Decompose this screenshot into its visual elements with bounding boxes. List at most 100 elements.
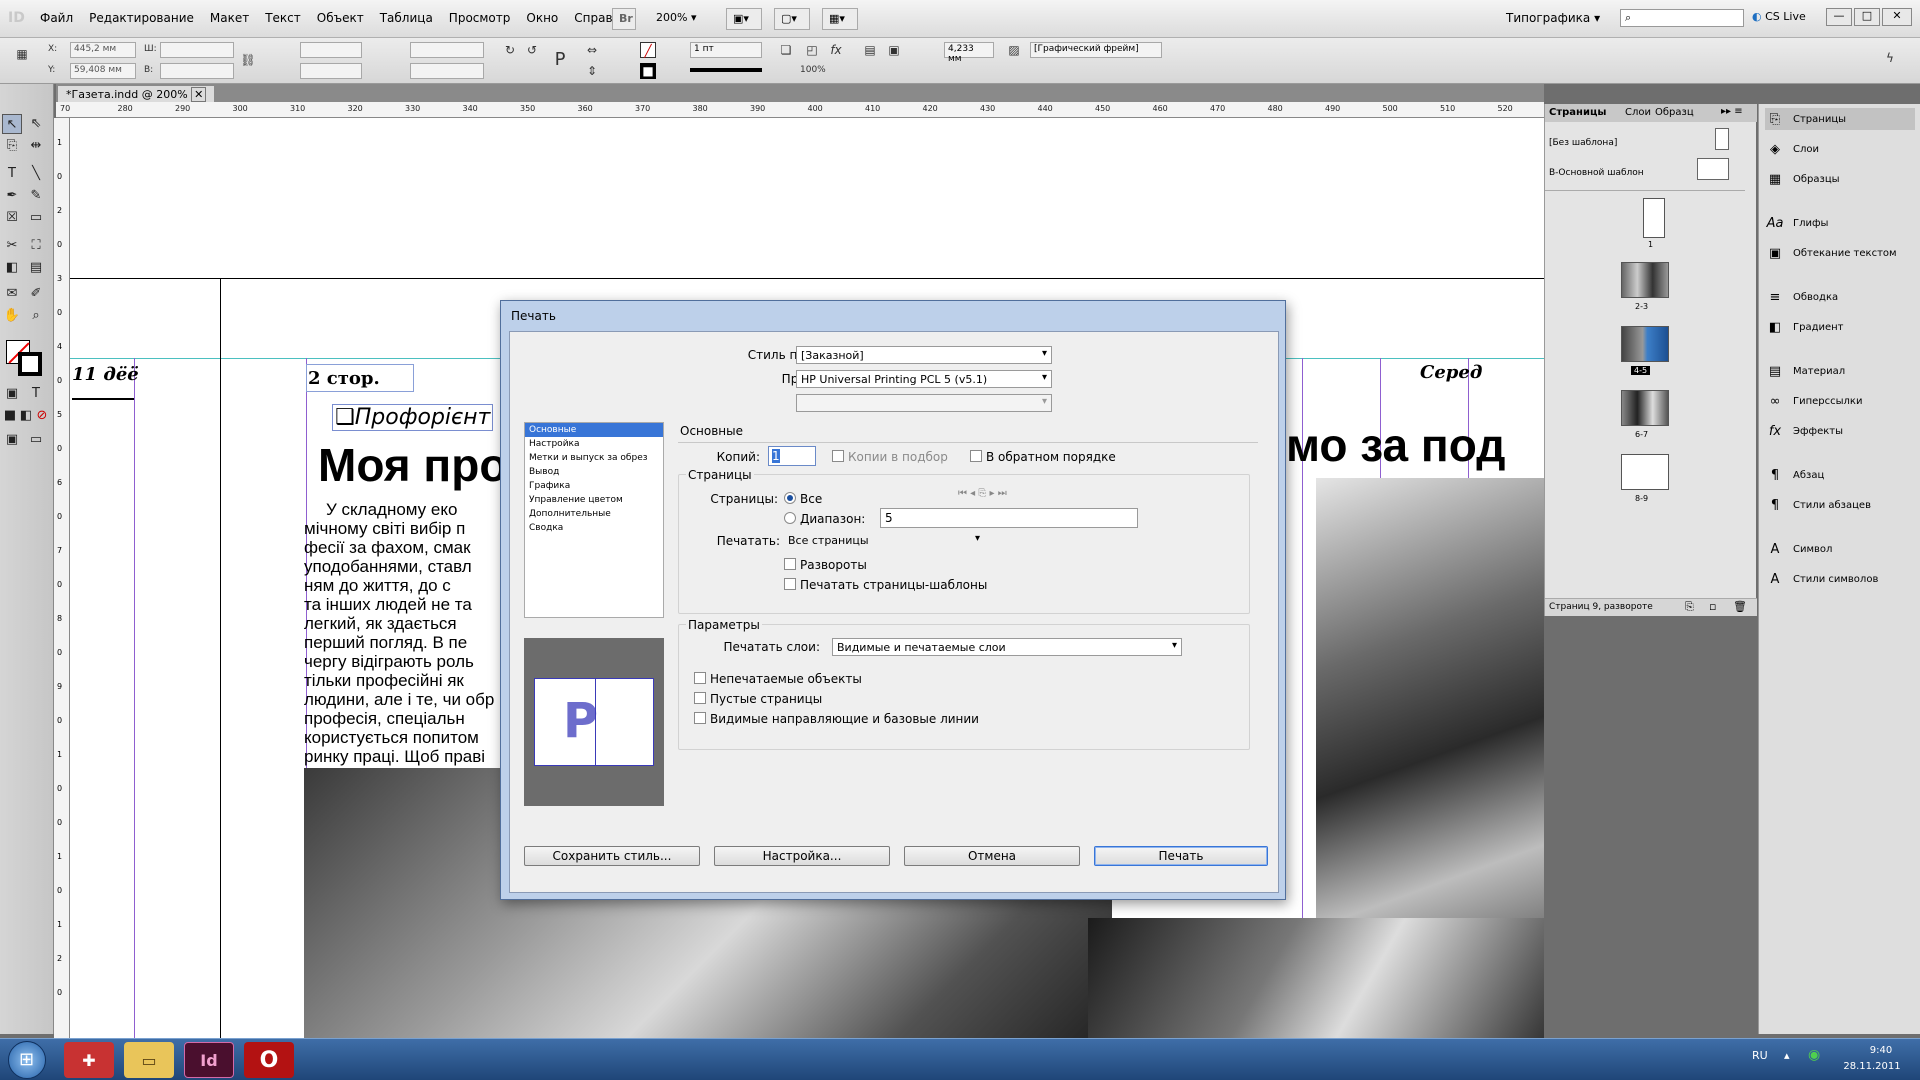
dock-text-wrap[interactable]: ▣ Обтекание текстом: [1765, 242, 1915, 264]
flip-vertical-icon[interactable]: ⇕: [584, 63, 600, 79]
dock-paragraph-styles[interactable]: ¶ Стили абзацев: [1765, 494, 1915, 516]
spreads-checkbox[interactable]: [784, 558, 796, 570]
menu-type[interactable]: Текст: [265, 11, 301, 25]
preview-mode-icon[interactable]: ▭: [26, 430, 46, 450]
blank-pages-checkbox[interactable]: [694, 692, 706, 704]
height-field[interactable]: [160, 63, 234, 79]
fit-frame-icon[interactable]: ▣: [886, 42, 902, 58]
rotate-field[interactable]: [410, 42, 484, 58]
cs-live-button[interactable]: ◐ CS Live: [1752, 10, 1806, 23]
width-field[interactable]: [160, 42, 234, 58]
stroke-type-line[interactable]: [690, 68, 762, 72]
all-pages-radio[interactable]: [784, 492, 796, 504]
constrain-proportions-icon[interactable]: ⛓: [240, 52, 256, 68]
explorer-icon[interactable]: ▭: [124, 1042, 174, 1078]
rotate-cw-icon[interactable]: ↻: [502, 42, 518, 58]
indesign-taskbar-icon[interactable]: Id: [184, 1042, 234, 1078]
menu-file[interactable]: Файл: [40, 11, 73, 25]
apply-none-icon[interactable]: ⊘: [32, 406, 52, 426]
page-thumb-2-3[interactable]: [1621, 262, 1669, 298]
y-field[interactable]: 59,408 мм: [70, 63, 136, 79]
x-field[interactable]: 445,2 мм: [70, 42, 136, 58]
page-tool-icon[interactable]: ⎘: [2, 136, 22, 156]
printer-select[interactable]: HP Universal Printing PCL 5 (v5.1): [796, 370, 1052, 388]
menu-table[interactable]: Таблица: [380, 11, 433, 25]
menu-view[interactable]: Просмотр: [449, 11, 511, 25]
page-thumb-4-5[interactable]: [1621, 326, 1669, 362]
tab-swatches[interactable]: Образц: [1655, 107, 1694, 118]
scale-x-field[interactable]: [300, 42, 362, 58]
layers-select[interactable]: Видимые и печатаемые слои: [832, 638, 1182, 656]
page-thumb-6-7[interactable]: [1621, 390, 1669, 426]
nav-setup[interactable]: Настройка: [525, 437, 663, 451]
panel-menu-icon[interactable]: ▸▸ ≡: [1721, 106, 1743, 117]
stroke-swatch-icon[interactable]: ■: [640, 63, 656, 79]
print-button[interactable]: Печать: [1094, 846, 1268, 866]
edit-page-size-icon[interactable]: ⎘: [1685, 600, 1694, 614]
menu-layout[interactable]: Макет: [210, 11, 249, 25]
bridge-button[interactable]: Br: [612, 8, 636, 30]
nav-basic[interactable]: Основные: [525, 423, 663, 437]
pencil-tool-icon[interactable]: ✎: [26, 186, 46, 206]
dock-stroke[interactable]: ≡ Обводка: [1765, 286, 1915, 308]
taskbar-app-red-icon[interactable]: ✚: [64, 1042, 114, 1078]
close-button[interactable]: ✕: [1882, 8, 1912, 26]
select-content-icon[interactable]: P: [552, 51, 568, 69]
delete-page-icon[interactable]: 🗑: [1733, 600, 1747, 613]
nav-graphics[interactable]: Графика: [525, 479, 663, 493]
pen-tool-icon[interactable]: ✒: [2, 186, 22, 206]
reference-point-icon[interactable]: ▦: [14, 46, 30, 62]
minimize-button[interactable]: —: [1826, 8, 1852, 26]
nav-output[interactable]: Вывод: [525, 465, 663, 479]
workspace-select[interactable]: Типографика ▾: [1506, 11, 1600, 25]
gradient-tool-icon[interactable]: ◧: [2, 258, 22, 278]
zoom-select[interactable]: 200% ▾: [650, 8, 710, 30]
menu-window[interactable]: Окно: [526, 11, 558, 25]
rubric-heading[interactable]: ❑Профорієнт: [332, 404, 494, 431]
scale-y-field[interactable]: [300, 63, 362, 79]
line-tool-icon[interactable]: ╲: [26, 164, 46, 184]
formatting-container-icon[interactable]: ▣: [2, 384, 22, 404]
start-button[interactable]: ⊞: [8, 1041, 46, 1079]
page-nav-icons[interactable]: ⏮ ◂ ⎘ ▸ ⏭: [958, 488, 1007, 499]
none-master-thumb[interactable]: [1715, 128, 1729, 150]
rectangle-tool-icon[interactable]: ▭: [26, 208, 46, 228]
rotate-ccw-icon[interactable]: ↺: [524, 42, 540, 58]
fill-swatch-icon[interactable]: ╱: [640, 42, 656, 58]
menu-edit[interactable]: Редактирование: [89, 11, 194, 25]
corner-icon[interactable]: ◰: [804, 42, 820, 58]
gap-tool-icon[interactable]: ⇹: [26, 136, 46, 156]
setup-button[interactable]: Настройка...: [714, 846, 890, 866]
master-pages-checkbox[interactable]: [784, 578, 796, 590]
language-indicator[interactable]: RU: [1752, 1049, 1768, 1062]
dock-gradient[interactable]: ◧ Градиент: [1765, 316, 1915, 338]
range-radio[interactable]: [784, 512, 796, 524]
frame-style-icon[interactable]: ▨: [1006, 42, 1022, 58]
hand-tool-icon[interactable]: ✋: [2, 306, 22, 326]
clock-time[interactable]: 9:40: [1856, 1045, 1906, 1056]
cancel-button[interactable]: Отмена: [904, 846, 1080, 866]
dock-character-styles[interactable]: A Стили символов: [1765, 568, 1915, 590]
nav-marks-bleed[interactable]: Метки и выпуск за обрез: [525, 451, 663, 465]
effects-icon[interactable]: fx: [828, 42, 844, 58]
master-label[interactable]: В-Основной шаблон: [1549, 168, 1644, 178]
dock-paragraph[interactable]: ¶ Абзац: [1765, 464, 1915, 486]
nav-summary[interactable]: Сводка: [525, 521, 663, 535]
shear-field[interactable]: [410, 63, 484, 79]
opacity-field[interactable]: 100%: [800, 65, 826, 75]
master-thumb[interactable]: [1697, 158, 1729, 180]
document-tab[interactable]: *Газета.indd @ 200% ✕: [58, 86, 215, 102]
normal-view-icon[interactable]: ▣: [2, 430, 22, 450]
note-tool-icon[interactable]: ✉: [2, 284, 22, 304]
tab-layers[interactable]: Слои: [1625, 107, 1651, 118]
horizontal-ruler[interactable]: 70 280 290 300 310 320 330 340 350 360 370 380 390 40…: [56, 102, 1544, 118]
dock-hyperlinks[interactable]: ∞ Гиперссылки: [1765, 390, 1915, 412]
page-thumb-8-9[interactable]: [1621, 454, 1669, 490]
dock-glyphs[interactable]: Aa Глифы: [1765, 212, 1915, 234]
save-style-button[interactable]: Сохранить стиль...: [524, 846, 700, 866]
nav-advanced[interactable]: Дополнительные: [525, 507, 663, 521]
tab-pages[interactable]: Страницы: [1549, 107, 1606, 118]
selection-tool-icon[interactable]: ↖: [2, 114, 22, 134]
flip-horizontal-icon[interactable]: ⇔: [584, 42, 600, 58]
search-input[interactable]: ⌕: [1620, 9, 1744, 27]
